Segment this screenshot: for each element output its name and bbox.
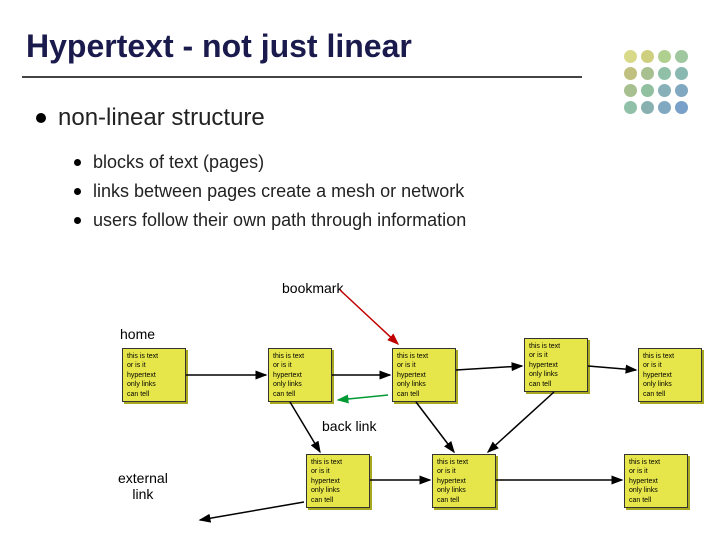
page-node: this is text or is it hypertext only lin…	[268, 348, 332, 402]
bullet-icon	[36, 113, 46, 123]
bullet-sub-1: blocks of text (pages)	[74, 152, 264, 173]
label-bookmark: bookmark	[282, 280, 343, 296]
page-node: this is text or is it hypertext only lin…	[624, 454, 688, 508]
page-node: this is text or is it hypertext only lin…	[122, 348, 186, 402]
bullet-sub-3: users follow their own path through info…	[74, 210, 466, 231]
label-external: external link	[118, 470, 168, 502]
bullet-sub-3-text: users follow their own path through info…	[93, 210, 466, 231]
bullet-sub-1-text: blocks of text (pages)	[93, 152, 264, 173]
page-node: this is text or is it hypertext only lin…	[638, 348, 702, 402]
slide-title: Hypertext - not just linear	[26, 28, 412, 65]
page-node: this is text or is it hypertext only lin…	[306, 454, 370, 508]
bullet-main-text: non-linear structure	[58, 104, 265, 132]
label-backlink: back link	[322, 418, 376, 434]
page-node: this is text or is it hypertext only lin…	[524, 338, 588, 392]
page-node: this is text or is it hypertext only lin…	[392, 348, 456, 402]
bullet-icon	[74, 159, 81, 166]
bullet-main: non-linear structure	[36, 104, 265, 132]
label-home: home	[120, 326, 155, 342]
bullet-sub-2: links between pages create a mesh or net…	[74, 181, 464, 202]
title-rule	[22, 76, 582, 78]
decorative-dots	[624, 50, 690, 116]
bullet-icon	[74, 188, 81, 195]
bullet-icon	[74, 217, 81, 224]
page-node: this is text or is it hypertext only lin…	[432, 454, 496, 508]
bullet-sub-2-text: links between pages create a mesh or net…	[93, 181, 464, 202]
